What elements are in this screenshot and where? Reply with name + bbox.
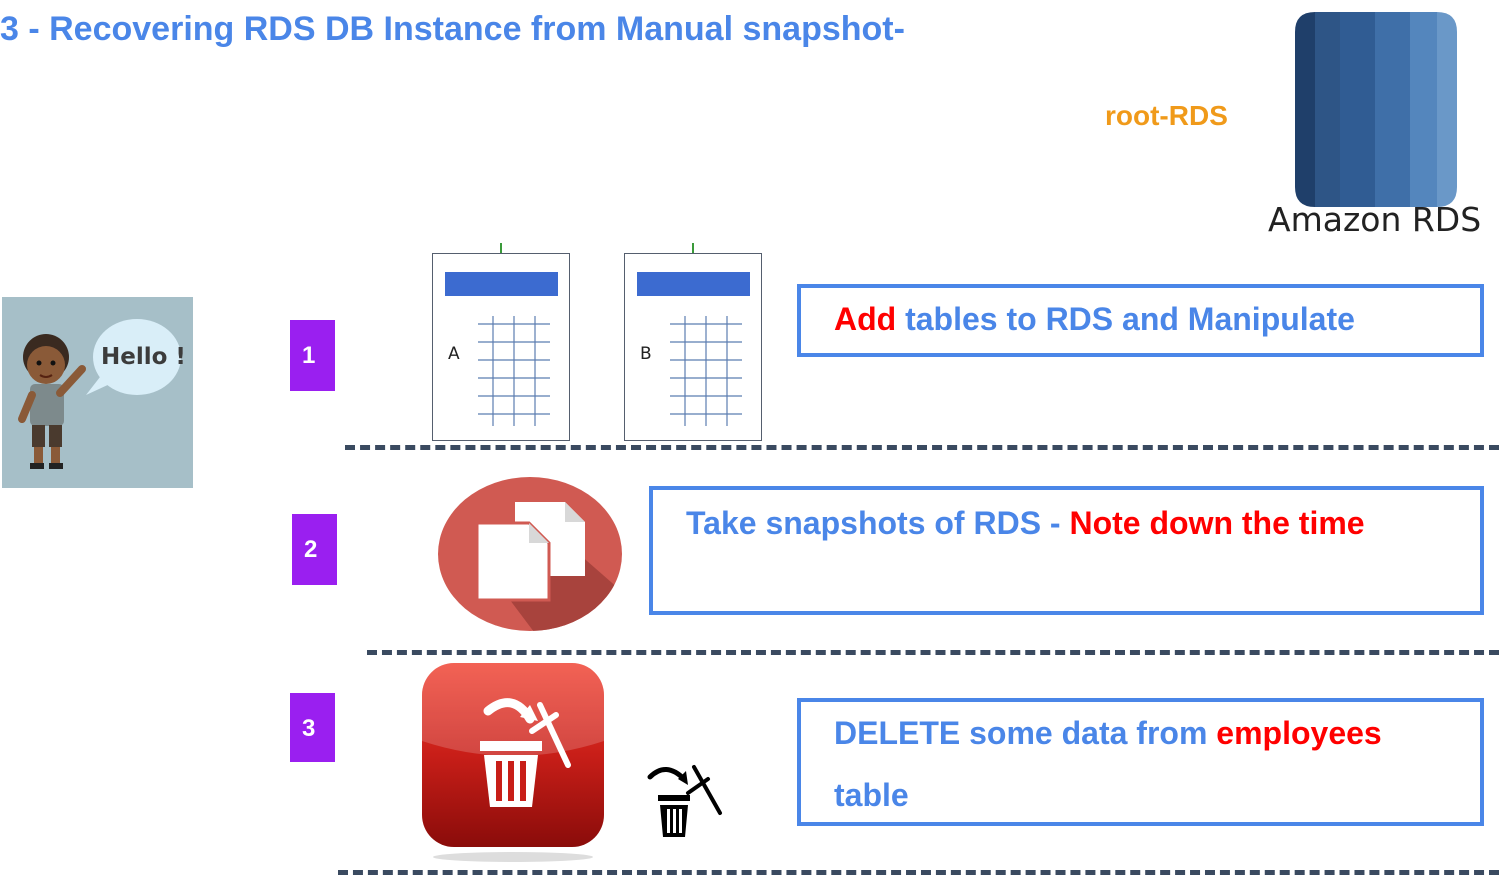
divider-2 xyxy=(367,650,1499,655)
table-a-label: A xyxy=(448,344,460,364)
service-label: root-RDS xyxy=(1105,100,1228,131)
step-1-box: Add tables to RDS and Manipulate xyxy=(797,284,1484,357)
step-3-line-1: DELETE some data from employees xyxy=(834,702,1480,764)
page-title: 3 - Recovering RDS DB Instance from Manu… xyxy=(0,10,905,48)
step-3-line-2: table xyxy=(834,777,909,813)
amazon-rds-icon xyxy=(1295,12,1457,207)
divider-1 xyxy=(345,445,1499,450)
step-2-badge: 2 xyxy=(292,514,337,585)
waving-person-icon: Hello ! xyxy=(2,297,193,488)
divider-3 xyxy=(338,870,1499,875)
table-b-connector xyxy=(692,243,694,253)
step-1-text: tables to RDS and Manipulate xyxy=(896,301,1355,337)
step-3-badge: 3 xyxy=(290,693,335,762)
step-2-box: Take snapshots of RDS - Note down the ti… xyxy=(649,486,1484,615)
step-1-accent: Add xyxy=(834,301,897,337)
copy-snapshot-icon xyxy=(438,477,622,631)
small-delete-icon xyxy=(647,765,722,837)
step-1-badge: 1 xyxy=(290,320,335,391)
table-b-label: B xyxy=(640,344,652,364)
step-2-text: Take snapshots of RDS - xyxy=(686,505,1070,541)
step-2-accent: Note down the time xyxy=(1069,505,1365,541)
greeting-speech: Hello ! xyxy=(101,344,186,370)
table-a-card: A xyxy=(432,253,570,441)
table-a-connector xyxy=(500,243,502,253)
step-3-box: DELETE some data from employees table xyxy=(797,698,1484,826)
table-b-card: B xyxy=(624,253,762,441)
delete-trash-icon xyxy=(422,663,604,862)
step-3-accent: employees xyxy=(1216,715,1382,751)
step-3-text: DELETE some data from xyxy=(834,715,1217,751)
rds-caption: Amazon RDS xyxy=(1268,200,1482,239)
